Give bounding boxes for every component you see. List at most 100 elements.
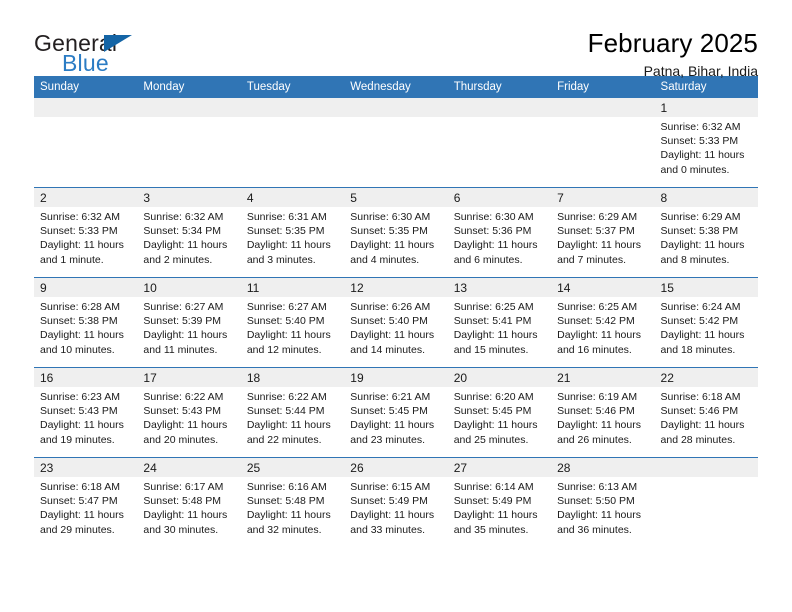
sunrise-text: Sunrise: 6:13 AM bbox=[557, 481, 638, 493]
day-number bbox=[344, 98, 448, 117]
calendar-day-cell[interactable]: 6 Sunrise: 6:30 AM Sunset: 5:36 PM Daylight… bbox=[447, 187, 552, 278]
day-cell-inner: 3 Sunrise: 6:32 AM Sunset: 5:34 PM Daylight… bbox=[137, 188, 241, 277]
day-details bbox=[344, 117, 447, 120]
daylight-text-line2: and 35 minutes. bbox=[453, 523, 529, 536]
day-cell-inner: 28 Sunrise: 6:13 AM Sunset: 5:50 PM Dayligh… bbox=[551, 458, 655, 547]
calendar-day-cell[interactable]: 14 Sunrise: 6:25 AM Sunset: 5:42 PM Dayligh… bbox=[551, 277, 655, 368]
day-details: Sunrise: 6:25 AM Sunset: 5:42 PM Daylight:… bbox=[551, 297, 654, 357]
calendar-day-cell[interactable]: 17 Sunrise: 6:22 AM Sunset: 5:43 PM Dayligh… bbox=[137, 367, 241, 458]
calendar-day-cell[interactable]: 28 Sunrise: 6:13 AM Sunset: 5:50 PM Dayligh… bbox=[551, 457, 655, 547]
daylight-text-line2: and 10 minutes. bbox=[40, 343, 115, 356]
daylight-text-line1: Daylight: 11 hours bbox=[40, 419, 124, 432]
day-number: 27 bbox=[447, 458, 552, 477]
calendar-day-cell[interactable]: 18 Sunrise: 6:22 AM Sunset: 5:44 PM Dayligh… bbox=[240, 367, 345, 458]
sunset-text: Sunset: 5:45 PM bbox=[350, 405, 428, 418]
calendar-day-cell[interactable]: 24 Sunrise: 6:17 AM Sunset: 5:48 PM Dayligh… bbox=[137, 457, 241, 547]
sunset-text: Sunset: 5:45 PM bbox=[453, 405, 532, 418]
day-details bbox=[137, 117, 240, 120]
sunrise-text: Sunrise: 6:18 AM bbox=[40, 481, 120, 493]
day-cell-inner: 17 Sunrise: 6:22 AM Sunset: 5:43 PM Dayligh… bbox=[137, 368, 241, 457]
day-number: 14 bbox=[551, 278, 655, 297]
daylight-text-line2: and 18 minutes. bbox=[660, 343, 736, 356]
day-details: Sunrise: 6:21 AM Sunset: 5:45 PM Daylight:… bbox=[344, 387, 447, 447]
day-details bbox=[551, 117, 654, 120]
calendar-day-cell[interactable]: 25 Sunrise: 6:16 AM Sunset: 5:48 PM Dayligh… bbox=[240, 457, 345, 547]
calendar-day-cell[interactable]: 10 Sunrise: 6:27 AM Sunset: 5:39 PM Dayligh… bbox=[137, 277, 241, 368]
day-cell-inner: 16 Sunrise: 6:23 AM Sunset: 5:43 PM Dayligh… bbox=[34, 368, 138, 457]
day-number: 11 bbox=[240, 278, 345, 297]
calendar-day-cell[interactable]: 4 Sunrise: 6:31 AM Sunset: 5:35 PM Daylight… bbox=[240, 187, 345, 278]
daylight-text-line1: Daylight: 11 hours bbox=[350, 329, 435, 342]
sunset-text: Sunset: 5:49 PM bbox=[453, 495, 532, 508]
calendar-day-cell[interactable]: 9 Sunrise: 6:28 AM Sunset: 5:38 PM Daylight… bbox=[34, 277, 138, 368]
calendar-day-cell[interactable]: 11 Sunrise: 6:27 AM Sunset: 5:40 PM Dayligh… bbox=[240, 277, 345, 368]
day-cell-inner: 22 Sunrise: 6:18 AM Sunset: 5:46 PM Dayligh… bbox=[654, 368, 758, 457]
calendar-day-cell[interactable]: 1 Sunrise: 6:32 AM Sunset: 5:33 PM Daylight… bbox=[654, 98, 758, 188]
day-cell-inner: 23 Sunrise: 6:18 AM Sunset: 5:47 PM Dayligh… bbox=[34, 458, 138, 547]
sunset-text: Sunset: 5:42 PM bbox=[557, 315, 635, 328]
calendar-day-cell[interactable]: 13 Sunrise: 6:25 AM Sunset: 5:41 PM Dayligh… bbox=[447, 277, 552, 368]
daylight-text-line2: and 30 minutes. bbox=[143, 523, 219, 536]
daylight-text-line1: Daylight: 11 hours bbox=[660, 419, 745, 432]
day-cell-inner: 2 Sunrise: 6:32 AM Sunset: 5:33 PM Daylight… bbox=[34, 188, 138, 277]
calendar-day-cell[interactable]: 7 Sunrise: 6:29 AM Sunset: 5:37 PM Daylight… bbox=[551, 187, 655, 278]
sunrise-text: Sunrise: 6:14 AM bbox=[453, 481, 534, 493]
daylight-text-line2: and 16 minutes. bbox=[557, 343, 632, 356]
calendar-day-cell[interactable]: 2 Sunrise: 6:32 AM Sunset: 5:33 PM Daylight… bbox=[34, 187, 138, 278]
calendar-day-cell[interactable]: 20 Sunrise: 6:20 AM Sunset: 5:45 PM Dayligh… bbox=[447, 367, 552, 458]
day-details: Sunrise: 6:14 AM Sunset: 5:49 PM Daylight:… bbox=[448, 477, 551, 537]
daylight-text-line1: Daylight: 11 hours bbox=[453, 239, 538, 252]
day-number: 4 bbox=[240, 188, 345, 207]
sunrise-text: Sunrise: 6:25 AM bbox=[557, 301, 638, 313]
day-cell-inner: 27 Sunrise: 6:14 AM Sunset: 5:49 PM Dayligh… bbox=[447, 458, 552, 547]
day-number: 8 bbox=[654, 188, 758, 207]
day-details bbox=[448, 117, 551, 120]
calendar-cell-empty bbox=[137, 98, 241, 188]
sunrise-text: Sunrise: 6:20 AM bbox=[453, 391, 534, 403]
calendar-day-cell[interactable]: 19 Sunrise: 6:21 AM Sunset: 5:45 PM Dayligh… bbox=[344, 367, 448, 458]
calendar-day-cell[interactable]: 27 Sunrise: 6:14 AM Sunset: 5:49 PM Dayligh… bbox=[447, 457, 552, 547]
calendar-cell-empty bbox=[344, 98, 448, 188]
calendar-day-cell[interactable]: 23 Sunrise: 6:18 AM Sunset: 5:47 PM Dayligh… bbox=[34, 457, 138, 547]
sunrise-text: Sunrise: 6:31 AM bbox=[246, 211, 327, 223]
calendar-day-cell[interactable]: 12 Sunrise: 6:26 AM Sunset: 5:40 PM Dayligh… bbox=[344, 277, 448, 368]
sunset-text: Sunset: 5:39 PM bbox=[143, 315, 222, 328]
sunrise-text: Sunrise: 6:29 AM bbox=[660, 211, 741, 223]
calendar-day-cell[interactable]: 5 Sunrise: 6:30 AM Sunset: 5:35 PM Daylight… bbox=[344, 187, 448, 278]
sunset-text: Sunset: 5:34 PM bbox=[143, 225, 222, 238]
day-cell-inner bbox=[137, 98, 241, 187]
daylight-text-line1: Daylight: 11 hours bbox=[143, 419, 228, 432]
calendar-day-cell[interactable]: 8 Sunrise: 6:29 AM Sunset: 5:38 PM Daylight… bbox=[654, 187, 758, 278]
sunrise-text: Sunrise: 6:24 AM bbox=[660, 301, 741, 313]
daylight-text-line1: Daylight: 11 hours bbox=[246, 509, 331, 522]
day-details: Sunrise: 6:20 AM Sunset: 5:45 PM Daylight:… bbox=[448, 387, 551, 447]
day-number: 18 bbox=[240, 368, 345, 387]
calendar-day-cell[interactable]: 16 Sunrise: 6:23 AM Sunset: 5:43 PM Dayligh… bbox=[34, 367, 138, 458]
sunset-text: Sunset: 5:38 PM bbox=[40, 315, 118, 328]
sunset-text: Sunset: 5:36 PM bbox=[453, 225, 532, 238]
sunset-text: Sunset: 5:48 PM bbox=[143, 495, 222, 508]
day-details bbox=[241, 117, 344, 120]
daylight-text-line2: and 20 minutes. bbox=[143, 433, 219, 446]
daylight-text-line1: Daylight: 11 hours bbox=[557, 239, 641, 252]
daylight-text-line1: Daylight: 11 hours bbox=[40, 509, 124, 522]
day-number bbox=[34, 98, 138, 117]
calendar-body: 1 Sunrise: 6:32 AM Sunset: 5:33 PM Daylight… bbox=[34, 98, 758, 547]
sunrise-text: Sunrise: 6:27 AM bbox=[246, 301, 327, 313]
calendar-day-cell[interactable]: 21 Sunrise: 6:19 AM Sunset: 5:46 PM Dayligh… bbox=[551, 367, 655, 458]
calendar-day-cell[interactable]: 26 Sunrise: 6:15 AM Sunset: 5:49 PM Dayligh… bbox=[344, 457, 448, 547]
daylight-text-line1: Daylight: 11 hours bbox=[143, 239, 228, 252]
calendar-day-cell[interactable]: 15 Sunrise: 6:24 AM Sunset: 5:42 PM Dayligh… bbox=[654, 277, 758, 368]
sunset-text: Sunset: 5:38 PM bbox=[660, 225, 739, 238]
daylight-text-line2: and 28 minutes. bbox=[660, 433, 736, 446]
calendar-cell-empty bbox=[654, 457, 758, 547]
calendar-day-cell[interactable]: 22 Sunrise: 6:18 AM Sunset: 5:46 PM Dayligh… bbox=[654, 367, 758, 458]
brand-logo[interactable]: General Blue bbox=[34, 28, 154, 80]
sunrise-text: Sunrise: 6:23 AM bbox=[40, 391, 120, 403]
day-number: 20 bbox=[447, 368, 552, 387]
day-number: 7 bbox=[551, 188, 655, 207]
day-number: 12 bbox=[344, 278, 448, 297]
day-details bbox=[655, 477, 758, 480]
daylight-text-line2: and 33 minutes. bbox=[350, 523, 425, 536]
calendar-day-cell[interactable]: 3 Sunrise: 6:32 AM Sunset: 5:34 PM Daylight… bbox=[137, 187, 241, 278]
